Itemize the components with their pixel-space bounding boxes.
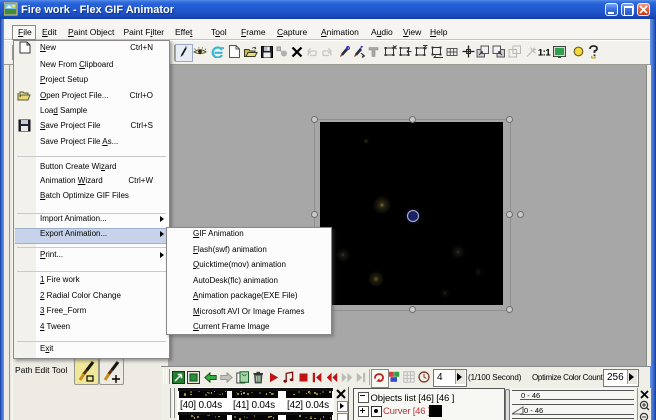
svg-text:1:1: 1:1 bbox=[538, 47, 551, 57]
